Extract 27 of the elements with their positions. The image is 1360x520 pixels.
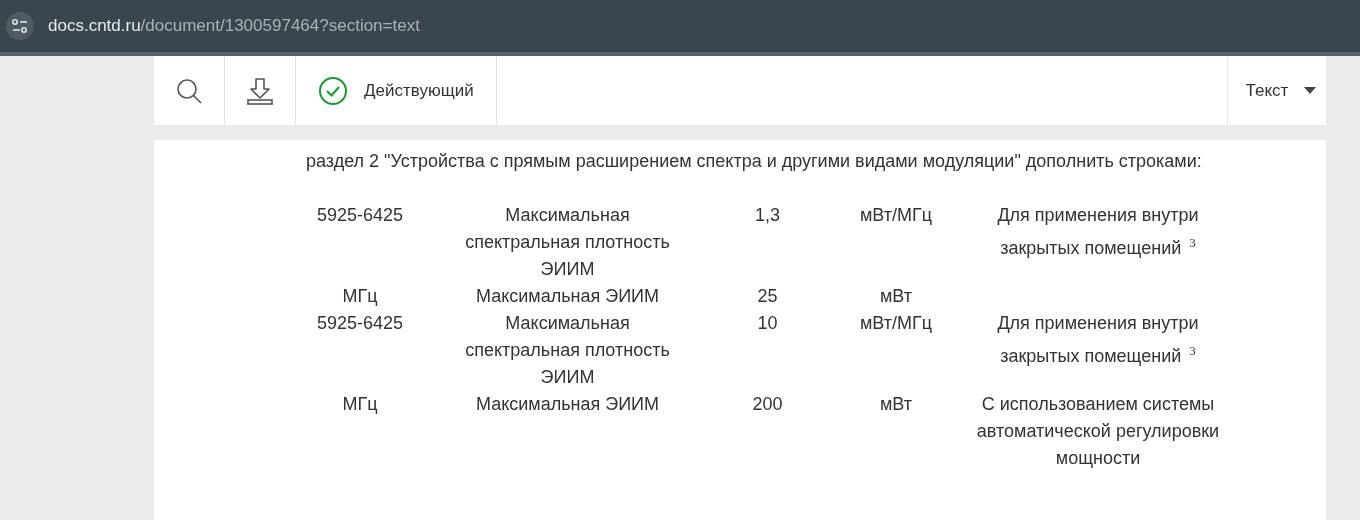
table-cell-text: Для применения внутри закрытых помещений $^{3}$ (996, 204, 1200, 260)
table-cell-text: 10 (757, 312, 778, 335)
table-cell-text: 1,3 (755, 204, 780, 227)
table-cell-text: Максимальная ЭИИМ (475, 393, 660, 416)
download-icon (247, 76, 273, 105)
status-label: Действующий (364, 80, 474, 101)
table-cell-text: Для применения внутри закрытых помещений $^{3}$ (996, 312, 1200, 368)
table-cell-text: 25 (757, 285, 778, 308)
url-text: docs.cntd.ru/document/1300597464?section=text (48, 16, 420, 36)
table-cell-text: Максимальная ЭИИМ (475, 285, 660, 308)
table-cell-text: Максимальная спектральная плотность ЭИИМ (464, 312, 671, 389)
caret-icon (1304, 87, 1317, 94)
check-circle-icon (318, 75, 348, 106)
table-cell-text: МГц (342, 285, 378, 308)
table-cell-text: мВт (880, 393, 912, 416)
table-cell-text: мВт (880, 285, 912, 308)
table-cell-text: мВт/МГц (859, 204, 933, 227)
table-cell-text: Максимальная спектральная плотность ЭИИМ (464, 204, 671, 281)
site-settings-icon[interactable] (6, 12, 34, 40)
table-cell-text: 200 (752, 393, 783, 416)
table-cell-text: МГц (342, 393, 378, 416)
table-cell-text: 5925-6425 (316, 312, 404, 335)
table-cell-text: С использованием системы автоматической регулировки мощности (975, 393, 1221, 470)
search-icon (175, 76, 203, 105)
table-cell-text: мВт/МГц (859, 312, 933, 335)
paragraph: раздел 2 "Устройства с прямым расширением спектра и другими видами модуляции" дополнить строками: (305, 150, 1203, 173)
table-cell-text: 5925-6425 (316, 204, 404, 227)
